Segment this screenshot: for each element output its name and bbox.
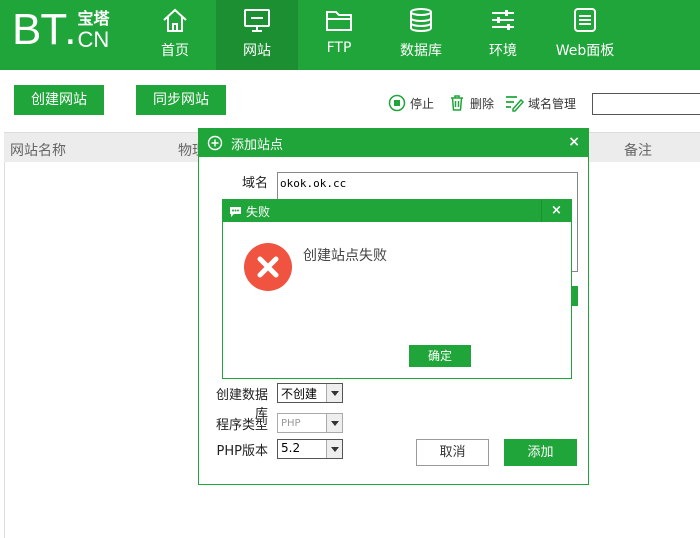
dialog-title: 添加站点: [231, 137, 284, 153]
nav-item-website[interactable]: 网站: [216, 0, 298, 70]
chevron-down-icon: [326, 384, 342, 402]
monitor-icon: [244, 9, 270, 32]
select-value: 5.2: [281, 441, 301, 455]
folder-icon: [326, 11, 352, 31]
nav-label: 网站: [243, 43, 271, 59]
domain-manage-button[interactable]: 域名管理: [504, 94, 576, 112]
logo[interactable]: BT . 宝塔 CN: [12, 8, 109, 52]
nav-item-ftp[interactable]: FTP: [298, 0, 380, 70]
chevron-down-icon: [326, 414, 342, 432]
create-db-select[interactable]: 不创建: [277, 383, 343, 403]
trash-icon: [451, 95, 463, 111]
stop-icon: [388, 94, 406, 112]
plus-circle-icon: [207, 135, 223, 151]
php-version-select[interactable]: 5.2: [277, 439, 343, 459]
hidden-button-edge: [572, 286, 578, 306]
close-icon[interactable]: ×: [568, 134, 580, 150]
logo-cn-bottom: CN: [77, 27, 110, 52]
sliders-icon: [492, 10, 514, 30]
php-version-label: PHP版本: [216, 444, 268, 459]
nav-label: Web面板: [555, 43, 615, 59]
database-icon: [410, 8, 432, 32]
select-value: PHP: [281, 418, 301, 429]
program-type-label: 程序类型: [215, 418, 268, 433]
nav-item-web-panel[interactable]: Web面板: [544, 0, 626, 70]
nav-label: 环境: [489, 43, 517, 59]
delete-button[interactable]: 删除: [448, 94, 494, 112]
logo-dot: .: [64, 5, 76, 54]
nav-label: FTP: [326, 40, 352, 56]
home-icon: [163, 8, 187, 32]
add-button[interactable]: 添加: [504, 439, 577, 466]
domain-label: 域名: [241, 176, 268, 191]
create-site-button[interactable]: 创建网站: [14, 85, 104, 115]
error-message: 创建站点失败: [303, 248, 387, 264]
error-dialog: 失败 × 创建站点失败 确定: [222, 199, 572, 379]
chevron-down-icon: [326, 440, 342, 458]
domain-manage-label: 域名管理: [528, 96, 577, 111]
close-icon[interactable]: ×: [541, 200, 571, 222]
chat-bubble-icon: [230, 206, 241, 217]
nav-label: 数据库: [400, 43, 442, 59]
nav-item-database[interactable]: 数据库: [380, 0, 462, 70]
error-titlebar: 失败: [223, 200, 571, 222]
panel-icon: [574, 8, 596, 32]
delete-label: 删除: [470, 96, 495, 111]
top-navbar: BT . 宝塔 CN 首页 网站 FTP 数据库 环境 Web面板: [0, 0, 700, 70]
cancel-button[interactable]: 取消: [416, 439, 489, 466]
error-title: 失败: [246, 204, 271, 219]
ok-button[interactable]: 确定: [409, 345, 471, 367]
sync-site-button[interactable]: 同步网站: [136, 85, 226, 115]
main-nav: 首页 网站 FTP 数据库 环境 Web面板: [134, 0, 626, 70]
edit-list-icon: [506, 96, 524, 112]
program-type-select[interactable]: PHP: [277, 413, 343, 433]
logo-cn-top: 宝塔: [77, 9, 110, 28]
column-header-site-name[interactable]: 网站名称: [10, 140, 66, 160]
column-header-note[interactable]: 备注: [624, 140, 652, 160]
dialog-titlebar: 添加站点: [199, 129, 588, 157]
nav-label: 首页: [161, 43, 189, 59]
error-x-icon: [244, 243, 292, 291]
stop-button[interactable]: 停止: [388, 94, 434, 112]
nav-item-environment[interactable]: 环境: [462, 0, 544, 70]
select-value: 不创建: [281, 387, 318, 401]
domain-search-input[interactable]: [592, 93, 700, 115]
stop-label: 停止: [410, 96, 435, 111]
logo-text: BT: [12, 5, 67, 54]
nav-item-home[interactable]: 首页: [134, 0, 216, 70]
